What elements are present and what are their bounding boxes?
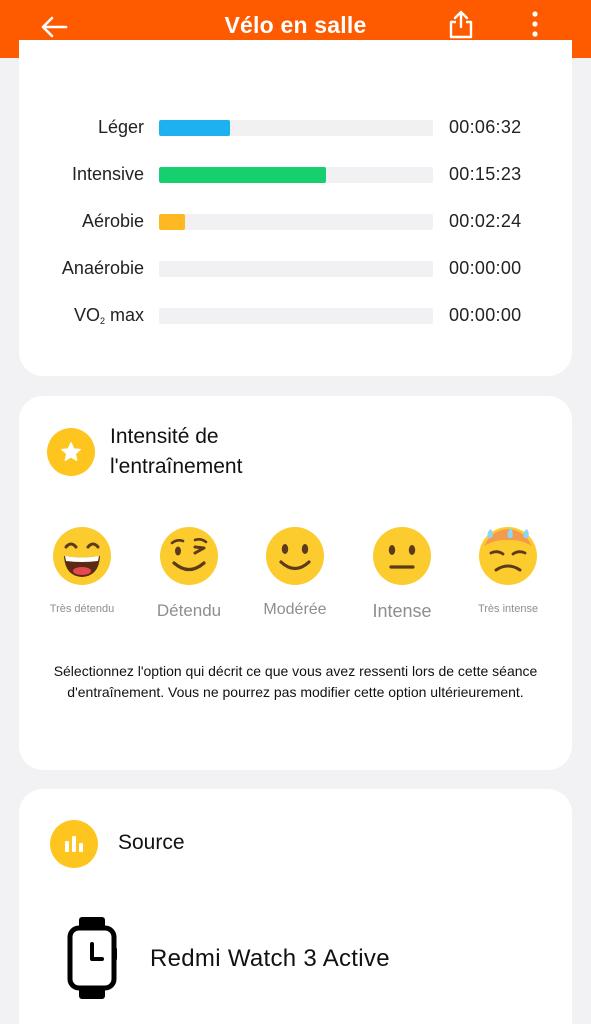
- page-title: Vélo en salle: [224, 12, 367, 38]
- intensity-note: Sélectionnez l'option qui décrit ce que …: [53, 663, 538, 700]
- bar-chart-icon: [65, 836, 83, 852]
- zone-bar-track: [159, 308, 433, 324]
- grinning-face-icon: [53, 527, 111, 585]
- neutral-face-icon: [373, 527, 431, 585]
- zone-row: Aérobie 00:02:24: [19, 209, 572, 233]
- star-icon: [61, 442, 81, 461]
- zone-row: Anaérobie 00:00:00: [19, 256, 572, 280]
- zone-label: Léger: [97, 117, 144, 137]
- zone-label: Intensive: [71, 164, 144, 184]
- intensity-option-label: Très intense: [477, 603, 539, 615]
- zone-label: Anaérobie: [61, 258, 144, 278]
- zone-bar-fill: [159, 214, 186, 230]
- smartwatch-icon: [67, 917, 117, 999]
- zone-bar-track: [159, 120, 433, 136]
- zone-bar-fill: [159, 167, 327, 183]
- device-name: Redmi Watch 3 Active: [150, 945, 390, 972]
- intensity-title: Intensité de l'entraînement: [110, 425, 243, 478]
- zone-label: VO2 max: [73, 305, 144, 326]
- intensity-option-intense[interactable]: Intense: [347, 526, 457, 622]
- intensity-option-label: Très détendu: [49, 603, 115, 615]
- zone-row: Intensive 00:15:23: [19, 162, 572, 186]
- intensity-option-very-intense[interactable]: Très intense: [453, 526, 563, 615]
- intensity-option-relaxed[interactable]: Détendu: [134, 526, 244, 621]
- zone-time: 00:02:24: [449, 211, 522, 231]
- intensity-option-very-relaxed[interactable]: Très détendu: [27, 526, 137, 615]
- zone-bar-track: [159, 261, 433, 277]
- source-badge: [50, 820, 98, 868]
- intensity-option-label: Détendu: [156, 601, 222, 620]
- zone-row: VO2 max 00:00:00: [19, 303, 572, 327]
- zone-bar-fill: [159, 120, 231, 136]
- more-options-button[interactable]: [520, 6, 550, 42]
- intensity-option-label: Modérée: [263, 601, 327, 618]
- zone-time: 00:00:00: [449, 305, 522, 325]
- winking-face-icon: [160, 527, 218, 585]
- smiling-face-icon: [266, 527, 324, 585]
- heart-rate-zones-card: Léger 00:06:32 Intensive 00:15:23 Aérobi…: [19, 40, 572, 376]
- intensity-option-label: Intense: [372, 601, 432, 621]
- zone-bar-track: [159, 167, 433, 183]
- more-vertical-icon: [532, 11, 538, 37]
- zone-time: 00:06:32: [449, 117, 522, 137]
- share-icon: [449, 10, 473, 39]
- source-card: Source Redmi Watch 3 Active: [19, 789, 572, 1024]
- intensity-badge: [47, 428, 95, 476]
- zone-time: 00:15:23: [449, 164, 522, 184]
- training-intensity-card: Intensité de l'entraînement Très détendu…: [19, 396, 572, 770]
- share-button[interactable]: [443, 6, 479, 42]
- zone-time: 00:00:00: [449, 258, 522, 278]
- intensity-option-moderate[interactable]: Modérée: [240, 526, 350, 619]
- exhausted-sweat-face-icon: [479, 527, 537, 585]
- source-title: Source: [118, 831, 185, 854]
- zone-row: Léger 00:06:32: [19, 115, 572, 139]
- zone-bar-track: [159, 214, 433, 230]
- zone-label: Aérobie: [81, 211, 144, 231]
